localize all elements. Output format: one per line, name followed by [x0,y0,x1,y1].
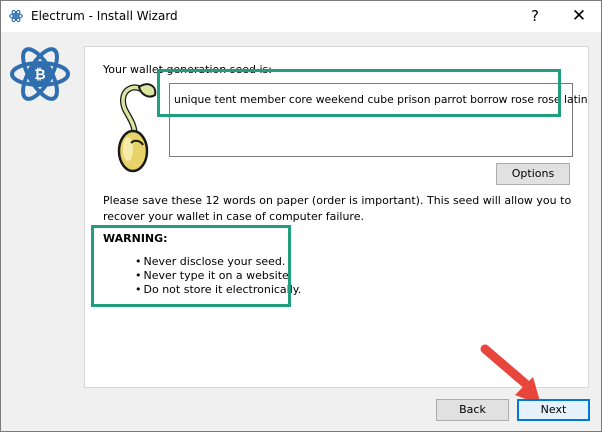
seed-sprout-icon [117,83,157,173]
options-button[interactable]: Options [496,163,570,185]
seed-highlight-box [157,69,561,117]
electrum-logo-icon: ₿ [10,47,70,101]
svg-text:₿: ₿ [34,67,45,83]
close-icon[interactable]: ✕ [567,5,591,27]
next-button[interactable]: Next [517,399,590,421]
seed-instructions: Please save these 12 words on paper (ord… [103,194,572,223]
back-button[interactable]: Back [436,399,509,421]
help-icon[interactable]: ? [525,5,545,27]
window-title: Electrum - Install Wizard [31,9,178,23]
warning-highlight-box [91,225,291,307]
install-wizard-window: Electrum - Install Wizard ? ✕ ₿ Your wal… [0,0,602,432]
electrum-app-icon [9,9,23,23]
title-bar: Electrum - Install Wizard ? ✕ [1,1,601,32]
